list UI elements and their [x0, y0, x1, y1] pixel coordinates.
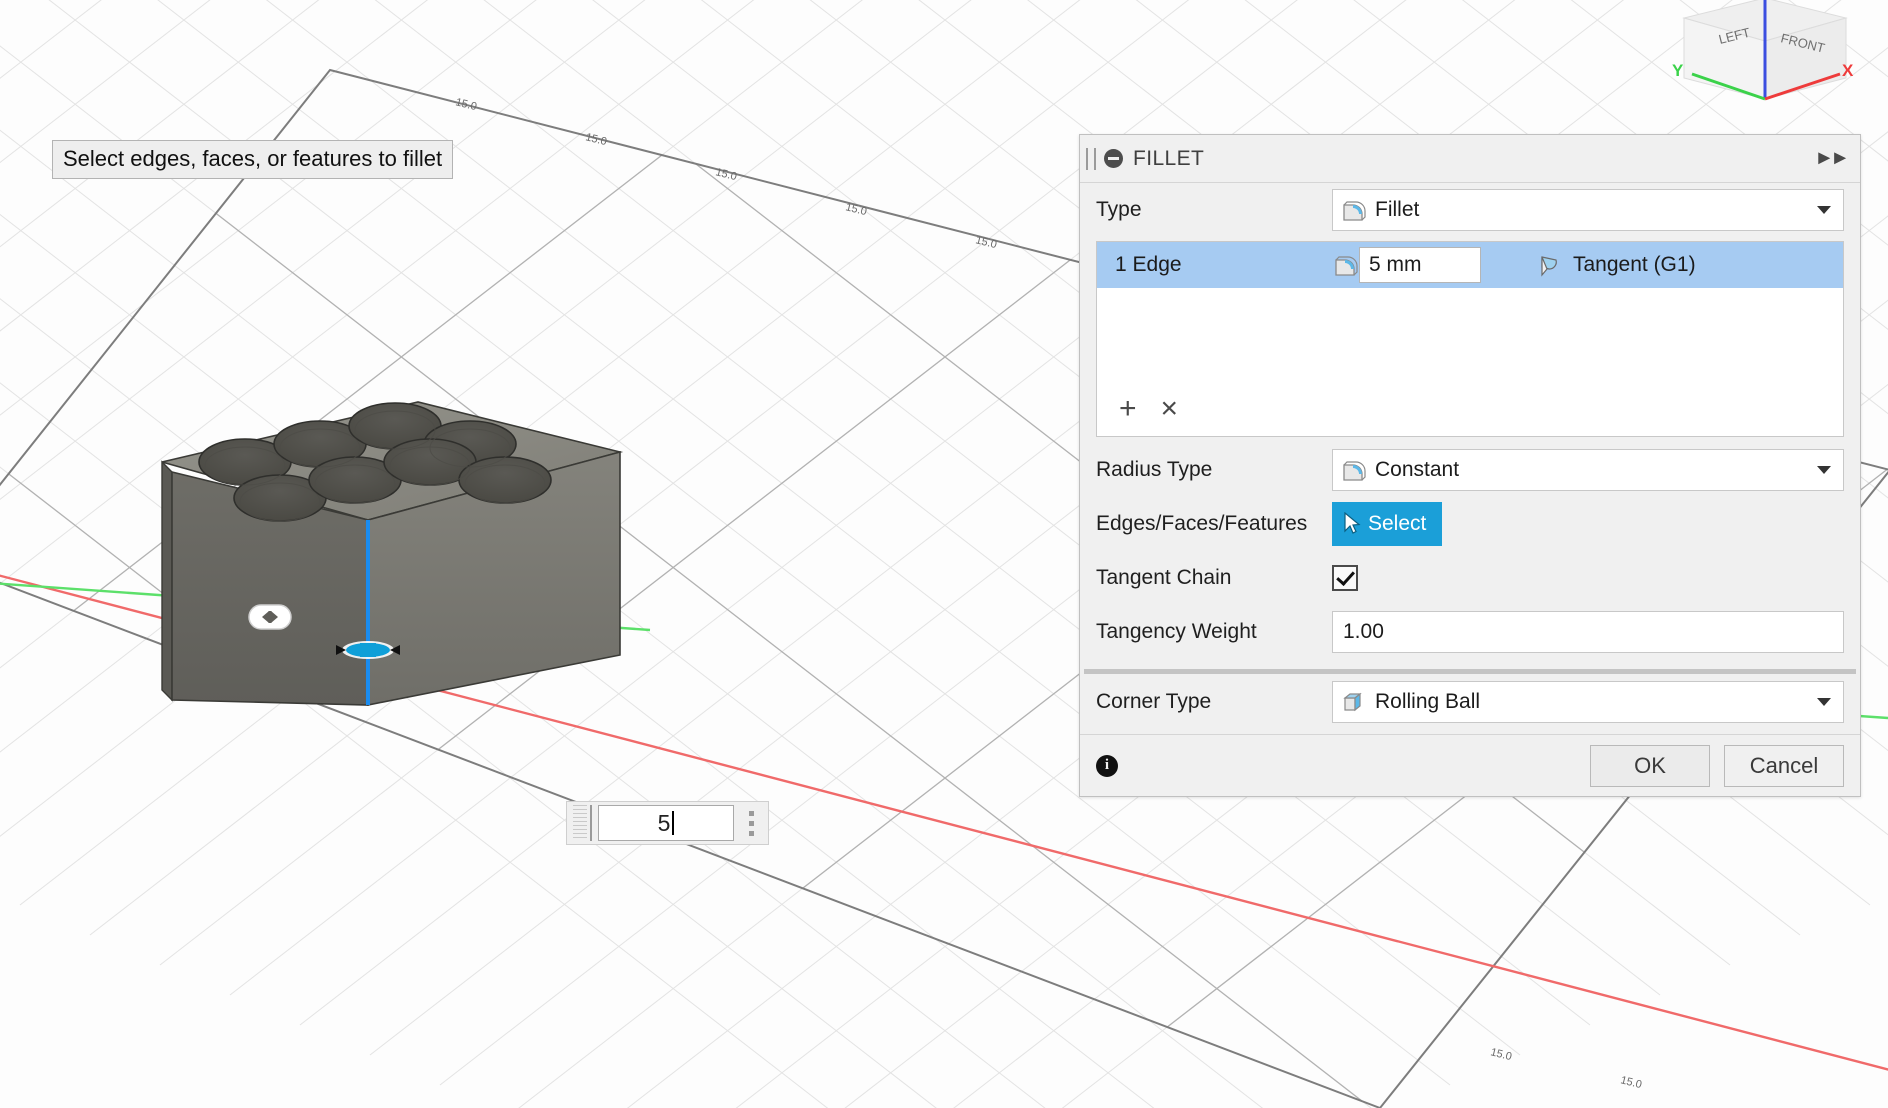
- minimize-icon[interactable]: [1104, 149, 1123, 168]
- text-caret: [672, 811, 675, 835]
- fillet-icon: [1343, 461, 1366, 481]
- model-body[interactable]: [150, 400, 680, 820]
- type-dropdown[interactable]: Fillet: [1332, 189, 1844, 231]
- fusion-app-window: 15.0 15.0 15.0 15.0 15.0 15.0 15.0 Selec…: [0, 0, 1888, 1108]
- row-tangent-chain: Tangent Chain: [1080, 551, 1860, 605]
- corner-type-label: Corner Type: [1096, 690, 1212, 713]
- viewcube-label-x: X: [1842, 61, 1854, 80]
- inline-input-grip[interactable]: [573, 805, 587, 841]
- dialog-grip-handle[interactable]: [1086, 147, 1096, 170]
- chevron-down-icon[interactable]: [1817, 698, 1831, 706]
- row-radius-type: Radius Type Constant: [1080, 443, 1860, 497]
- fillet-icon: [1343, 201, 1366, 221]
- fillet-dialog[interactable]: FILLET ►► Type Fillet 1 Edge 5 mm Tangen…: [1079, 134, 1861, 797]
- dialog-title-bar[interactable]: FILLET ►►: [1080, 135, 1860, 183]
- radius-type-dropdown[interactable]: Constant: [1332, 449, 1844, 491]
- add-selection-button[interactable]: +: [1119, 394, 1137, 424]
- ok-button[interactable]: OK: [1590, 744, 1710, 787]
- edges-faces-features-label: Edges/Faces/Features: [1096, 512, 1308, 535]
- dialog-footer: i OK Cancel: [1080, 734, 1860, 796]
- type-value: Fillet: [1375, 198, 1420, 221]
- chevron-down-icon[interactable]: [1817, 466, 1831, 474]
- inline-radius-value: 5: [657, 809, 671, 836]
- type-label: Type: [1096, 198, 1142, 221]
- tangency-weight-label: Tangency Weight: [1096, 620, 1257, 643]
- svg-text:15.0: 15.0: [584, 131, 608, 148]
- svg-text:15.0: 15.0: [454, 96, 478, 113]
- selection-list[interactable]: 1 Edge 5 mm Tangent (G1) + ×: [1096, 241, 1844, 437]
- inline-radius-input[interactable]: 5: [598, 805, 734, 841]
- tangency-weight-input[interactable]: 1.00: [1332, 611, 1844, 653]
- radius-type-value: Constant: [1375, 458, 1460, 481]
- inline-input-menu-icon[interactable]: [740, 805, 762, 841]
- row-type: Type Fillet: [1080, 183, 1860, 237]
- tangent-flag-icon: [1541, 256, 1557, 277]
- radius-type-label: Radius Type: [1096, 458, 1213, 481]
- selection-continuity[interactable]: Tangent (G1): [1535, 251, 1696, 279]
- selection-row[interactable]: 1 Edge 5 mm Tangent (G1): [1097, 242, 1843, 288]
- chevron-down-icon[interactable]: [1817, 206, 1831, 214]
- dialog-title: FILLET: [1133, 146, 1205, 170]
- cancel-button[interactable]: Cancel: [1724, 744, 1844, 787]
- svg-text:15.0: 15.0: [974, 234, 998, 251]
- svg-text:15.0: 15.0: [844, 201, 868, 218]
- row-tangency-weight: Tangency Weight 1.00: [1080, 605, 1860, 659]
- view-cube[interactable]: LEFT FRONT Y X: [1650, 0, 1880, 114]
- face-direction-badge[interactable]: [248, 602, 292, 632]
- select-button-label: Select: [1368, 512, 1427, 535]
- selection-empty-area: [1097, 288, 1843, 394]
- selection-radius-input[interactable]: 5 mm: [1359, 247, 1481, 283]
- tangent-chain-label: Tangent Chain: [1096, 566, 1232, 589]
- info-icon[interactable]: i: [1096, 754, 1118, 777]
- fillet-icon: [1335, 256, 1358, 276]
- inline-input-divider: [590, 805, 592, 841]
- status-tooltip: Select edges, faces, or features to fill…: [52, 140, 454, 180]
- corner-type-dropdown[interactable]: Rolling Ball: [1332, 681, 1844, 723]
- double-chevron-right-icon[interactable]: ►►: [1814, 147, 1850, 170]
- inline-dimension-input[interactable]: 5: [566, 801, 769, 845]
- rolling-ball-icon: [1343, 692, 1362, 712]
- select-button[interactable]: Select: [1332, 502, 1443, 546]
- row-edges-faces-features: Edges/Faces/Features Select: [1080, 497, 1860, 551]
- corner-type-value: Rolling Ball: [1375, 690, 1481, 713]
- svg-text:15.0: 15.0: [1489, 1046, 1513, 1063]
- cursor-icon: [1344, 512, 1361, 534]
- selection-row-label: 1 Edge: [1115, 253, 1182, 276]
- svg-text:15.0: 15.0: [1619, 1074, 1643, 1091]
- row-corner-type: Corner Type Rolling Ball: [1080, 680, 1860, 734]
- viewcube-label-y: Y: [1672, 61, 1684, 80]
- selection-continuity-label: Tangent (G1): [1573, 253, 1696, 276]
- tangent-chain-checkbox[interactable]: [1332, 565, 1358, 591]
- section-divider: [1084, 669, 1856, 674]
- remove-selection-button[interactable]: ×: [1161, 394, 1179, 424]
